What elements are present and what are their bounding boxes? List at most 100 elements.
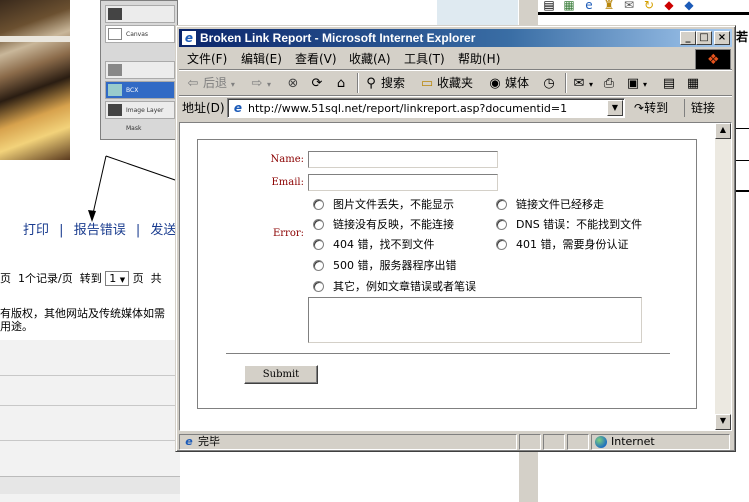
messenger-button[interactable]: ▦ (685, 73, 703, 93)
background-hscroll[interactable] (0, 476, 180, 494)
globe-icon (595, 436, 607, 448)
status-cell (567, 434, 589, 450)
radio-button[interactable] (313, 238, 324, 250)
maximize-button[interactable]: □ (696, 31, 712, 45)
error-option[interactable]: 404 错，找不到文件 (313, 238, 435, 252)
media-button[interactable]: ◉ 媒体 (487, 73, 529, 93)
favorites-icon: ▭ (420, 75, 434, 91)
copyright-text: 有版权，其他网站及传统媒体如需 用途。 (0, 307, 165, 333)
status-cell (519, 434, 541, 450)
divider (538, 12, 749, 15)
address-box[interactable]: e ▼ (227, 98, 625, 118)
history-icon: ◷ (543, 75, 555, 91)
radio-button[interactable] (496, 198, 507, 210)
print-button[interactable]: ⎙ (601, 73, 619, 93)
address-dropdown-button[interactable]: ▼ (607, 100, 623, 116)
error-option[interactable]: 图片文件丢失，不能显示 (313, 198, 454, 212)
menu-view[interactable]: 查看(V) (295, 51, 337, 67)
error-option[interactable]: DNS 错误：不能找到文件 (496, 218, 642, 232)
printer-icon: ⎙ (603, 75, 615, 91)
address-input[interactable] (248, 100, 604, 116)
mail-button[interactable]: ✉ ▾ (571, 73, 593, 93)
submit-button[interactable]: Submit (244, 365, 318, 384)
scroll-down-button[interactable]: ▼ (715, 414, 731, 430)
menu-tools[interactable]: 工具(T) (404, 51, 445, 67)
page-content: Name: Email: Error: 图片文件丢失，不能显示 链接文件已经移走… (179, 122, 732, 431)
menu-edit[interactable]: 编辑(E) (241, 51, 282, 67)
radio-button[interactable] (496, 218, 507, 230)
stop-icon: ⊗ (287, 75, 299, 91)
ie-icon: e (585, 0, 593, 12)
search-icon: ⚲ (366, 75, 376, 91)
ie-window: e Broken Link Report - Microsoft Interne… (175, 25, 736, 452)
print-link[interactable]: 打印 (23, 223, 49, 238)
status-zone: Internet (611, 435, 655, 448)
page-icon: e (185, 435, 193, 448)
page-icon: e (233, 101, 243, 115)
shield-blue-icon: ◆ (684, 0, 694, 12)
radio-button[interactable] (313, 198, 324, 210)
windows-flag-icon: ❖ (707, 52, 720, 68)
favorites-button[interactable]: ▭ 收藏夹 (419, 73, 473, 93)
refresh-button[interactable]: ⟳ (309, 73, 327, 93)
error-option[interactable]: 401 错，需要身份认证 (496, 238, 629, 252)
name-label: Name: (270, 154, 304, 165)
mail-icon: ✉ (623, 0, 635, 12)
radio-button[interactable] (313, 259, 324, 271)
standard-toolbar: ⇦ 后退 ▾ ⇨ ▾ ⊗ ⟳ ⌂ ⚲ 搜索 ▭ 收藏夹 ◉ 媒体 ◷ ✉ ▾ ⎙ ▣ ▾ ▤ … (179, 71, 732, 95)
menu-favorites[interactable]: 收藏(A) (349, 51, 391, 67)
refresh-icon: ⟳ (311, 75, 323, 91)
window-title: Broken Link Report - Microsoft Internet … (200, 31, 476, 45)
page-select[interactable]: 1 ▼ (105, 271, 130, 286)
status-cell (543, 434, 565, 450)
error-option[interactable]: 500 错，服务器程序出错 (313, 259, 457, 273)
minimize-button[interactable]: _ (680, 31, 696, 45)
error-option[interactable]: 链接文件已经移走 (496, 198, 604, 212)
edit-button[interactable]: ▣ ▾ (625, 73, 647, 93)
email-input[interactable] (308, 174, 498, 191)
search-button[interactable]: ⚲ 搜索 (363, 73, 405, 93)
discuss-icon: ▤ (662, 75, 676, 91)
menu-bar: 文件(F) 编辑(E) 查看(V) 收藏(A) 工具(T) 帮助(H) ❖ (179, 49, 732, 71)
divider (734, 128, 749, 129)
divider (357, 73, 359, 93)
background-link-bar: 打印 | 报告错误 | 发送 (23, 223, 177, 238)
trophy-icon: ♜ (603, 0, 615, 12)
forward-button[interactable]: ⇨ ▾ (249, 73, 271, 93)
discuss-button[interactable]: ▤ (661, 73, 679, 93)
save-icon: ▦ (563, 0, 575, 12)
media-icon: ◉ (489, 75, 501, 91)
close-button[interactable]: × (714, 31, 730, 45)
radio-button[interactable] (313, 280, 324, 292)
history-button[interactable]: ◷ (541, 73, 559, 93)
home-icon: ⌂ (336, 75, 346, 91)
go-arrow-icon: ↷ (634, 101, 645, 115)
edit-icon: ▣ (626, 75, 640, 91)
back-arrow-icon: ⇦ (187, 75, 199, 91)
vertical-scrollbar[interactable]: ▲ ▼ (715, 123, 731, 430)
ie-logo-icon: e (182, 31, 196, 45)
status-bar: e 完毕 Internet (179, 433, 732, 450)
stop-button[interactable]: ⊗ (285, 73, 303, 93)
title-bar[interactable]: e Broken Link Report - Microsoft Interne… (179, 29, 732, 47)
status-text-cell: e 完毕 (179, 434, 517, 450)
send-link[interactable]: 发送 (150, 223, 176, 238)
error-option[interactable]: 其它，例如文章错误或者笔误 (313, 280, 476, 294)
name-input[interactable] (308, 151, 498, 168)
links-button[interactable]: 链接 (684, 99, 715, 117)
scroll-up-button[interactable]: ▲ (715, 123, 731, 139)
email-label: Email: (271, 177, 304, 188)
back-button[interactable]: ⇦ 后退 ▾ (185, 73, 235, 93)
menu-file[interactable]: 文件(F) (187, 51, 227, 67)
divider (565, 73, 567, 93)
menu-help[interactable]: 帮助(H) (458, 51, 500, 67)
radio-button[interactable] (496, 238, 507, 250)
error-label: Error: (272, 228, 304, 239)
comment-textarea[interactable] (308, 297, 642, 343)
error-option[interactable]: 链接没有反映，不能连接 (313, 218, 454, 232)
report-error-link[interactable]: 报告错误 (74, 223, 126, 238)
go-button[interactable]: ↷转到 (634, 99, 668, 117)
radio-button[interactable] (313, 218, 324, 230)
home-button[interactable]: ⌂ (333, 73, 351, 93)
divider (226, 353, 670, 355)
